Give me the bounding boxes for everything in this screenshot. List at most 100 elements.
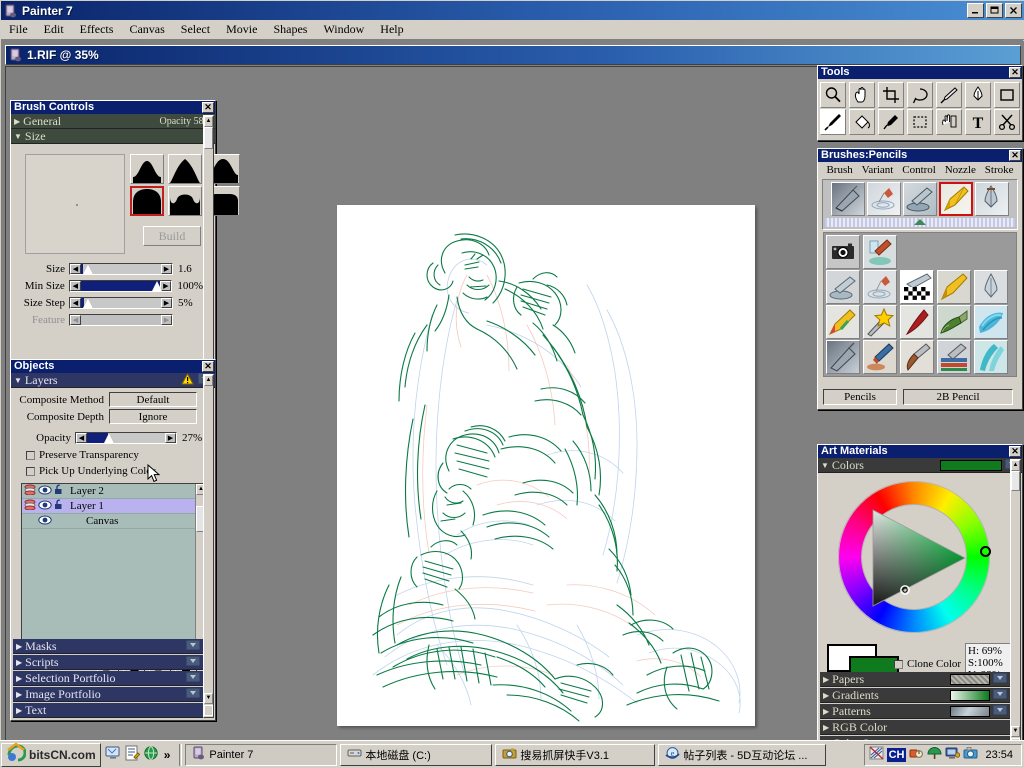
layer-opacity-left-arrow[interactable]: ◀ (76, 432, 87, 443)
brushes-close-button[interactable]: ✕ (1009, 150, 1021, 161)
table-row[interactable]: Layer 1 (22, 499, 195, 514)
art-materials-scrollbar[interactable]: ▲ ▼ (1010, 459, 1021, 751)
objects-resize-grip[interactable] (204, 705, 213, 716)
min-size-slider[interactable]: ◀ ▶ (68, 279, 173, 292)
layer-opacity-right-arrow[interactable]: ▶ (165, 432, 176, 443)
taskbar-task-local-disk[interactable]: 本地磁盘 (C:) (340, 743, 493, 766)
layer-opacity-track[interactable] (87, 432, 165, 443)
sidebar-item-scripts[interactable]: ▶ Scripts (13, 655, 203, 670)
general-section-header[interactable]: ▶ General Opacity 58% (11, 114, 215, 129)
saturation-value-triangle[interactable] (861, 504, 969, 612)
layer-composite-icon[interactable] (24, 484, 38, 498)
scissors-tool-button[interactable] (994, 109, 1020, 135)
brush-controls-scroll-up-button[interactable]: ▲ (204, 116, 213, 127)
min-size-slider-right-arrow[interactable]: ▶ (160, 280, 172, 291)
brush-controls-scroll-thumb[interactable] (204, 127, 213, 149)
screen-capture-icon[interactable] (963, 746, 978, 763)
layer-visibility-eye-icon[interactable] (38, 500, 54, 513)
brush-controls-title-bar[interactable]: Brush Controls ✕ (11, 101, 215, 114)
sidebar-item-papers[interactable]: ▶ Papers (820, 672, 1010, 687)
eraser-checker-variant-button[interactable] (900, 270, 934, 304)
dab-shape-1[interactable] (130, 154, 164, 184)
steel-brush-variant-button[interactable] (826, 340, 860, 374)
minimize-button[interactable] (967, 3, 984, 18)
layer-visibility-eye-icon[interactable] (38, 485, 54, 498)
objects-title-bar[interactable]: Objects ✕ (11, 360, 215, 373)
update-icon[interactable] (927, 746, 942, 763)
brush-drawer-handle[interactable] (825, 218, 1015, 227)
art-materials-scroll-up-button[interactable]: ▲ (1011, 460, 1020, 471)
size-slider[interactable]: ◀ ▶ (69, 262, 173, 275)
tools-close-button[interactable]: ✕ (1009, 67, 1021, 78)
brush-tool-button[interactable] (936, 82, 962, 108)
size-step-slider-left-arrow[interactable]: ◀ (70, 297, 81, 308)
sidebar-item-selection-portfolio[interactable]: ▶ Selection Portfolio (13, 671, 203, 686)
min-size-slider-track[interactable] (80, 280, 162, 291)
camera-variant-button[interactable] (826, 235, 860, 269)
image-portfolio-menu-button[interactable] (185, 687, 201, 701)
pattern-pen-variant-button[interactable] (937, 340, 971, 374)
grabber-tool-button[interactable] (849, 82, 875, 108)
monitor-icon[interactable] (945, 746, 961, 763)
crop-tool-button[interactable] (878, 82, 904, 108)
lasso-tool-button[interactable] (907, 82, 933, 108)
hue-selector-marker[interactable] (980, 546, 991, 557)
layers-list[interactable]: Layer 2 Layer 1 Canvas ▲ (21, 483, 207, 651)
papers-menu-button[interactable] (992, 672, 1008, 686)
menu-shapes[interactable]: Shapes (265, 20, 315, 39)
quick-launch-overflow-button[interactable]: » (162, 748, 173, 762)
table-row[interactable]: Layer 2 (22, 484, 195, 499)
layer-composite-icon[interactable] (24, 499, 38, 513)
network-icon[interactable] (869, 746, 884, 763)
oil-brush-category-button[interactable] (975, 182, 1009, 216)
ime-indicator[interactable]: CH (886, 747, 907, 762)
blue-chalk-variant-button[interactable] (974, 305, 1008, 339)
sidebar-item-text[interactable]: ▶ Text (13, 703, 203, 718)
text-tool-button[interactable]: T (965, 109, 991, 135)
masks-menu-button[interactable] (185, 639, 201, 653)
preserve-transparency-checkbox[interactable] (26, 450, 35, 460)
taskbar-task-browser[interactable]: e 帖子列表 - 5D互动论坛 ... (658, 743, 827, 766)
sidebar-item-masks[interactable]: ▶ Masks (13, 639, 203, 654)
brushes-title-bar[interactable]: Brushes:Pencils ✕ (818, 149, 1022, 162)
brushes-menu-brush[interactable]: Brush (826, 164, 852, 176)
brushes-menu-variant[interactable]: Variant (862, 164, 894, 176)
impasto-variant-button[interactable] (937, 305, 971, 339)
show-desktop-icon[interactable] (105, 745, 121, 764)
menu-effects[interactable]: Effects (72, 20, 122, 39)
menu-window[interactable]: Window (315, 20, 372, 39)
sidebar-item-image-portfolio[interactable]: ▶ Image Portfolio (13, 687, 203, 702)
preserve-transparency-row[interactable]: Preserve Transparency (13, 447, 203, 463)
menu-edit[interactable]: Edit (36, 20, 72, 39)
artwork-canvas[interactable] (337, 205, 755, 726)
layer-opacity-slider[interactable]: ◀ ▶ (75, 431, 177, 444)
size-slider-track[interactable] (81, 263, 161, 274)
notepad-icon[interactable] (124, 745, 140, 764)
sidebar-item-rgb-color[interactable]: ▶ RGB Color (820, 720, 1010, 735)
liquid-ink-category-button[interactable] (903, 182, 937, 216)
size-section-header[interactable]: ▼ Size (11, 129, 215, 144)
size-step-slider-track[interactable] (81, 297, 161, 308)
colored-pencil-variant-button[interactable] (826, 305, 860, 339)
pencil-category-button-selected[interactable] (939, 182, 973, 216)
taskbar-task-painter[interactable]: Painter 7 (185, 743, 338, 766)
tools-title-bar[interactable]: Tools ✕ (818, 66, 1022, 79)
dab-shape-2[interactable] (168, 154, 202, 184)
taskbar-clock[interactable]: 23:54 (981, 749, 1017, 761)
clone-color-checkbox[interactable] (894, 659, 903, 669)
red-pen-variant-button[interactable] (900, 305, 934, 339)
menu-file[interactable]: File (1, 20, 36, 39)
rect-selection-tool-button[interactable] (907, 109, 933, 135)
scripts-menu-button[interactable] (185, 655, 201, 669)
menu-help[interactable]: Help (372, 20, 411, 39)
volume-icon[interactable] (909, 746, 924, 763)
min-size-slider-left-arrow[interactable]: ◀ (69, 280, 81, 291)
brushes-menu-control[interactable]: Control (902, 164, 936, 176)
table-row[interactable]: Canvas (22, 514, 195, 529)
dab-shape-4-selected[interactable] (130, 186, 164, 216)
layer-lock-icon[interactable] (54, 499, 70, 513)
menu-movie[interactable]: Movie (218, 20, 265, 39)
layer-visibility-eye-icon[interactable] (38, 515, 54, 528)
clone-color-row[interactable]: Clone Color (894, 658, 961, 670)
close-button[interactable] (1005, 3, 1022, 18)
